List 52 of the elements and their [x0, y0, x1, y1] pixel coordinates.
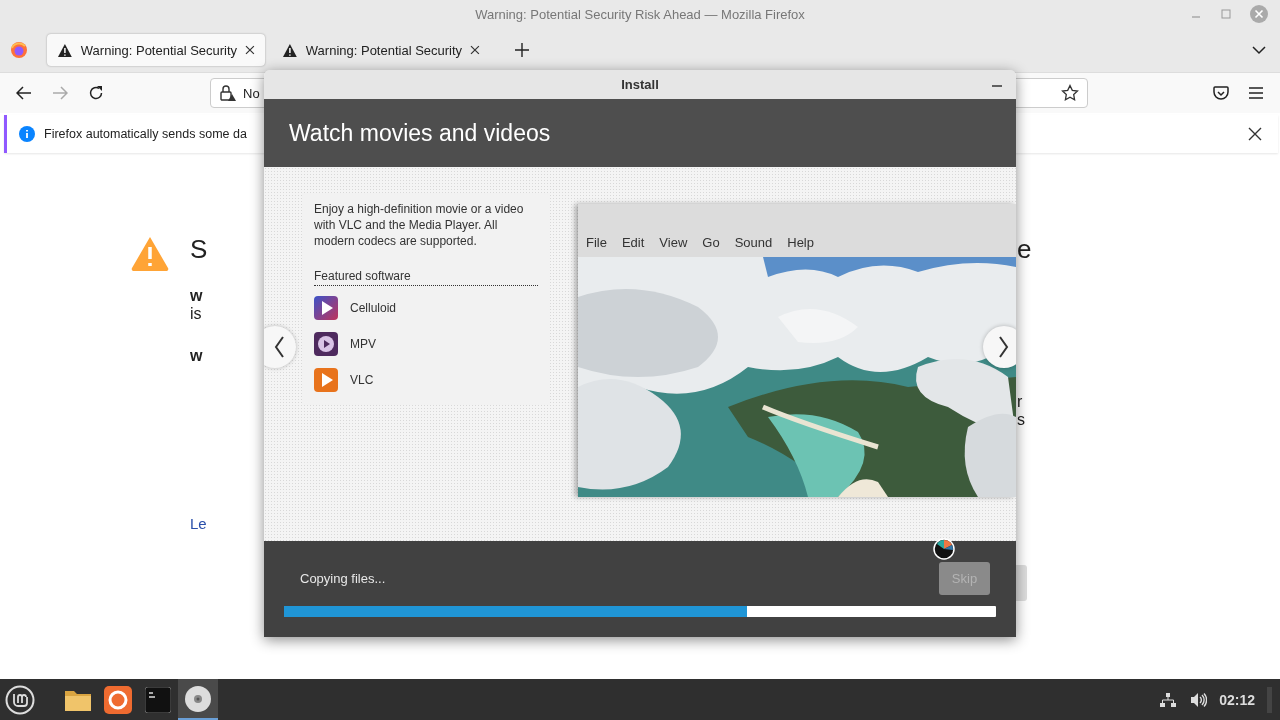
tab-title: Warning: Potential Security	[80, 42, 238, 58]
mint-logo-icon	[5, 684, 35, 715]
page-text: r	[1017, 393, 1023, 411]
reload-icon[interactable]	[88, 85, 104, 101]
terminal-icon	[145, 686, 171, 713]
clock[interactable]: 02:12	[1219, 691, 1255, 708]
dialog-title: Install	[621, 77, 659, 92]
browser-logo-icon[interactable]	[10, 41, 28, 59]
play-app-icon	[314, 332, 338, 356]
slide-description: Enjoy a high-definition movie or a video with VLC and the Media Player. All modern codecs are supported.	[314, 201, 525, 249]
app-name[interactable]: MPV	[350, 337, 376, 351]
chevron-right-icon	[998, 335, 1010, 359]
app-name[interactable]: Celluloid	[350, 301, 397, 315]
play-app-icon	[314, 368, 338, 392]
notification-text: Firefox automatically sends some da	[44, 127, 247, 141]
browser-tab[interactable]: Warning: Potential Security	[272, 34, 490, 66]
page-text: is	[190, 305, 202, 323]
star-icon[interactable]	[1061, 84, 1079, 102]
taskbar-app[interactable]	[178, 679, 218, 720]
page-heading: S	[190, 233, 208, 265]
previous-slide-button[interactable]	[264, 326, 296, 368]
network-icon[interactable]	[1160, 691, 1177, 708]
browser-tab[interactable]: Warning: Potential Security	[47, 34, 265, 66]
info-icon	[19, 126, 35, 142]
app-name[interactable]: VLC	[350, 373, 374, 387]
close-icon[interactable]	[1248, 127, 1262, 141]
window-title: Warning: Potential Security Risk Ahead — Mozilla Firefox	[475, 6, 805, 22]
menu-icon[interactable]	[1249, 87, 1263, 99]
tab-title: Warning: Potential Security	[305, 42, 463, 58]
close-icon[interactable]	[470, 45, 480, 55]
volume-icon[interactable]	[1190, 691, 1208, 708]
page-text: w	[190, 347, 203, 365]
page-heading: e	[1017, 233, 1032, 265]
tab-list-icon[interactable]	[1252, 45, 1266, 55]
play-app-icon	[314, 296, 338, 320]
pocket-icon[interactable]	[1213, 85, 1229, 101]
page-text: s	[1017, 411, 1025, 429]
warning-icon	[57, 42, 73, 58]
disc-icon	[184, 684, 212, 713]
insecure-lock-icon	[219, 84, 237, 102]
page-text: w	[190, 287, 203, 305]
page-link[interactable]: Le	[190, 515, 207, 532]
back-icon[interactable]	[16, 86, 32, 100]
warning-icon	[130, 235, 170, 271]
close-icon[interactable]	[245, 45, 255, 55]
browser-icon	[104, 685, 132, 714]
featured-heading: Featured software	[314, 269, 538, 286]
warning-icon	[282, 42, 298, 58]
slide-heading: Watch movies and videos	[289, 119, 551, 147]
new-tab-icon[interactable]	[515, 43, 529, 57]
status-text: Copying files...	[300, 571, 386, 586]
chevron-left-icon	[273, 335, 285, 359]
